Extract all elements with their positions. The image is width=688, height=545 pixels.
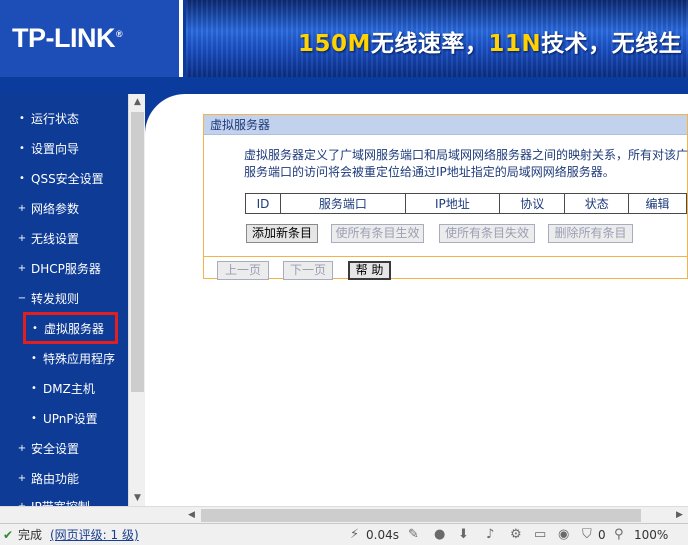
eye-icon[interactable]: ◉ — [558, 527, 569, 543]
scroll-left-arrow-icon[interactable]: ◀ — [183, 507, 200, 523]
delete-all-button[interactable]: 删除所有条目 — [548, 224, 633, 243]
virtual-server-table: ID 服务端口 IP地址 协议 状态 编辑 — [245, 193, 687, 214]
logo: TP-LINK® — [0, 0, 183, 77]
status-text: 完成 — [18, 528, 43, 542]
col-edit: 编辑 — [628, 193, 687, 214]
prev-page-button[interactable]: 上一页 — [217, 261, 269, 280]
load-time: 0.04s — [366, 528, 399, 542]
next-page-button[interactable]: 下一页 — [283, 261, 333, 280]
scroll-right-arrow-icon[interactable]: ▶ — [671, 507, 688, 523]
logo-text: TP-LINK® — [12, 23, 123, 53]
enable-all-button[interactable]: 使所有条目生效 — [331, 224, 424, 243]
col-service-port: 服务端口 — [280, 193, 406, 214]
window-icon[interactable]: ▭ — [534, 527, 546, 543]
help-button[interactable]: 帮 助 — [348, 261, 391, 280]
sidebar-menu: • 运行状态 • 设置向导 • QSS安全设置 + 网络参数 + 无线设置 + DHCP服务… — [0, 94, 128, 506]
panel-divider — [204, 256, 687, 257]
sidebar-scrollbar[interactable]: ▲ ▼ — [128, 94, 145, 506]
menu-item-upnp[interactable]: • UPnP设置 — [0, 408, 98, 428]
menu-item-setup-wizard[interactable]: • 设置向导 — [0, 138, 79, 158]
zoom-icon[interactable]: ⚲ — [614, 527, 624, 543]
status-bar: ✔ 完成 (网页评级: 1 级) ⚡ 0.04s ✎ ● ⬇ ♪ ⚙ ▭ ◉ ⛉… — [0, 523, 688, 545]
blocked-count: 0 — [598, 528, 606, 542]
virtual-server-panel: 虚拟服务器 虚拟服务器定义了广域网服务端口和局域网网络服务器之间的映射关系，所有… — [203, 114, 688, 280]
scroll-down-arrow-icon[interactable]: ▼ — [129, 490, 146, 506]
done-check-icon: ✔ — [3, 528, 14, 542]
menu-item-qss[interactable]: • QSS安全设置 — [0, 168, 104, 188]
download-icon[interactable]: ⬇ — [458, 527, 469, 543]
banner: 150M无线速率，11N技术，无线生 — [186, 0, 688, 77]
panel-description: 虚拟服务器定义了广域网服务端口和局域网网络服务器之间的映射关系，所有对该广 服务… — [244, 148, 688, 179]
menu-item-routing[interactable]: + 路由功能 — [0, 468, 79, 488]
col-protocol: 协议 — [498, 193, 566, 214]
menu-item-dhcp[interactable]: + DHCP服务器 — [0, 258, 101, 278]
banner-text: 150M无线速率，11N技术，无线生 — [298, 31, 683, 57]
page-rating-link[interactable]: (网页评级: 1 级) — [50, 527, 139, 543]
pen-icon[interactable]: ✎ — [408, 527, 419, 543]
corner-decoration — [145, 94, 185, 134]
hscroll-thumb[interactable] — [201, 509, 641, 522]
menu-item-dmz[interactable]: • DMZ主机 — [0, 378, 95, 398]
speaker-icon[interactable]: ♪ — [486, 527, 494, 543]
menu-item-bandwidth[interactable]: +IP带宽控制 — [0, 496, 90, 507]
menu-item-network[interactable]: + 网络参数 — [0, 198, 79, 218]
menu-item-virtual-server[interactable]: • 虚拟服务器 — [23, 312, 118, 344]
user-icon[interactable]: ● — [434, 527, 445, 543]
header-underbar — [0, 77, 688, 94]
table-header-row: ID 服务端口 IP地址 协议 状态 编辑 — [245, 193, 687, 214]
menu-item-security[interactable]: + 安全设置 — [0, 438, 79, 458]
zoom-level[interactable]: 100% — [634, 527, 668, 543]
menu-item-forwarding[interactable]: − 转发规则 — [0, 288, 79, 308]
gear-icon[interactable]: ⚙ — [510, 527, 522, 543]
main-content: 虚拟服务器 虚拟服务器定义了广域网服务端口和局域网网络服务器之间的映射关系，所有… — [145, 94, 688, 506]
menu-item-wireless[interactable]: + 无线设置 — [0, 228, 79, 248]
left-frame-hscroll — [0, 506, 183, 523]
add-entry-button[interactable]: 添加新条目 — [246, 224, 318, 243]
panel-title: 虚拟服务器 — [204, 115, 687, 135]
sidebar-scroll-thumb[interactable] — [131, 112, 144, 392]
scroll-up-arrow-icon[interactable]: ▲ — [129, 94, 146, 110]
speed-icon: ⚡ — [350, 527, 360, 542]
main-hscrollbar[interactable]: ◀ ▶ — [183, 506, 688, 523]
menu-item-special-apps[interactable]: • 特殊应用程序 — [0, 348, 115, 368]
header: TP-LINK® 150M无线速率，11N技术，无线生 — [0, 0, 688, 77]
menu-item-running-status[interactable]: • 运行状态 — [0, 108, 79, 128]
col-ip-address: IP地址 — [404, 193, 500, 214]
disable-all-button[interactable]: 使所有条目失效 — [439, 224, 535, 243]
col-status: 状态 — [564, 193, 630, 214]
shield-icon[interactable]: ⛉ — [582, 527, 592, 543]
col-id: ID — [245, 193, 281, 214]
